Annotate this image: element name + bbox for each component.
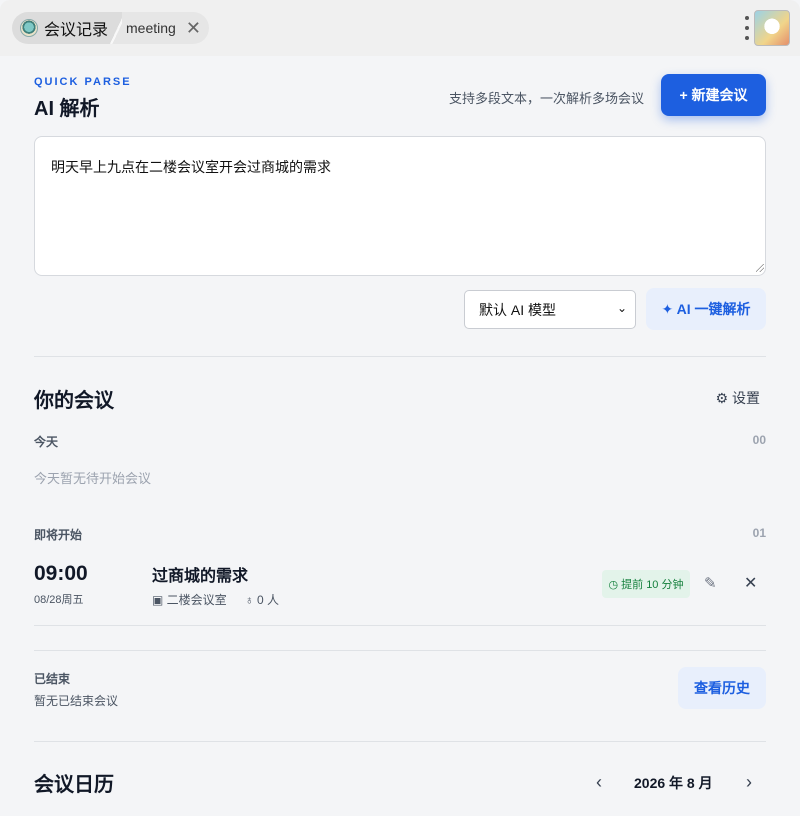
ended-label: 已结束 bbox=[34, 672, 71, 686]
upcoming-label: 即将开始 bbox=[34, 528, 83, 542]
model-select-value: 默认 AI 模型 bbox=[479, 301, 557, 318]
edit-icon[interactable]: ✎ bbox=[704, 574, 717, 592]
ended-empty-text: 暂无已结束会议 bbox=[34, 694, 119, 708]
meeting-meta: ▣ 二楼会议室 ♁ 0 人 bbox=[152, 591, 279, 608]
divider bbox=[34, 650, 766, 651]
app-tab-label: 会议记录 bbox=[44, 22, 109, 39]
section-eyebrow: QUICK PARSE bbox=[34, 76, 132, 88]
ai-parse-button[interactable]: ✦ AI 一键解析 bbox=[646, 288, 766, 330]
kebab-menu-icon[interactable] bbox=[744, 16, 750, 40]
chevron-right-icon[interactable]: › bbox=[746, 772, 752, 793]
divider bbox=[34, 741, 766, 742]
meeting-date: 08/28周五 bbox=[34, 594, 84, 606]
meeting-room: ▣ 二楼会议室 bbox=[152, 593, 227, 607]
delete-icon[interactable]: ✕ bbox=[744, 573, 757, 593]
meetings-title: 你的会议 bbox=[34, 390, 114, 412]
divider bbox=[34, 356, 766, 357]
close-icon[interactable]: ✕ bbox=[186, 19, 201, 37]
app-window: 会议记录 meeting ✕ QUICK PARSE AI 解析 支持多段文本，… bbox=[0, 0, 800, 816]
chevron-left-icon[interactable]: ‹ bbox=[596, 772, 602, 793]
parse-hint: 支持多段文本，一次解析多场会议 bbox=[448, 91, 644, 106]
avatar[interactable] bbox=[754, 10, 790, 46]
new-meeting-button[interactable]: + 新建会议 bbox=[661, 74, 766, 116]
meeting-title: 过商城的需求 bbox=[152, 568, 249, 585]
calendar-title: 会议日历 bbox=[34, 774, 114, 796]
settings-button[interactable]: ⚙ 设置 bbox=[716, 388, 760, 408]
model-select[interactable]: 默认 AI 模型 ⌄ bbox=[464, 290, 636, 329]
tab-meeting-label: meeting bbox=[126, 20, 176, 36]
meeting-attendees: ♁ 0 人 bbox=[244, 593, 280, 607]
reminder-badge: ◷ 提前 10 分钟 bbox=[602, 570, 690, 598]
divider bbox=[34, 625, 766, 626]
today-count: 00 bbox=[752, 433, 766, 447]
tab-bar: 会议记录 meeting ✕ bbox=[0, 0, 800, 56]
app-tab[interactable]: 会议记录 bbox=[12, 12, 123, 44]
today-empty-text: 今天暂无待开始会议 bbox=[34, 471, 152, 486]
view-history-button[interactable]: 查看历史 bbox=[678, 667, 766, 709]
chevron-down-icon: ⌄ bbox=[616, 301, 627, 315]
meeting-time: 09:00 bbox=[34, 562, 88, 585]
page-title: AI 解析 bbox=[34, 98, 100, 120]
tab-meeting[interactable]: meeting ✕ bbox=[122, 12, 209, 44]
today-label: 今天 bbox=[34, 435, 59, 449]
meeting-text-input[interactable]: 明天早上九点在二楼会议室开会过商城的需求 bbox=[34, 136, 766, 276]
resize-grip-icon[interactable] bbox=[756, 264, 764, 272]
calendar-month: 2026 年 8 月 bbox=[634, 775, 713, 791]
app-logo-icon bbox=[20, 19, 38, 37]
upcoming-count: 01 bbox=[752, 526, 766, 540]
